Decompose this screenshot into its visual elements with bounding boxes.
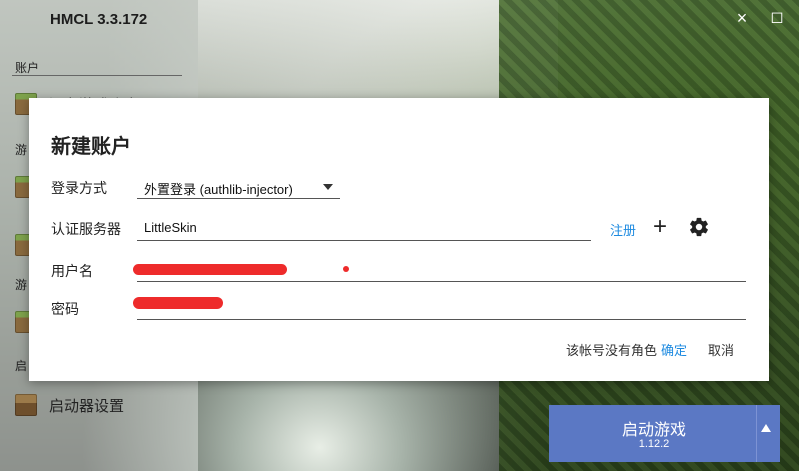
username-label: 用户名 <box>51 263 93 279</box>
username-input[interactable] <box>137 281 746 282</box>
sidebar-item-label: 启动器设置 <box>49 397 125 415</box>
redaction-dot <box>343 266 349 272</box>
start-section-label: 启 <box>15 359 28 373</box>
auth-server-underline <box>137 240 591 241</box>
chevron-down-icon[interactable] <box>323 184 333 190</box>
launch-separator <box>756 405 757 462</box>
auth-server-label: 认证服务器 <box>51 221 121 237</box>
login-method-label: 登录方式 <box>51 180 107 196</box>
password-redaction <box>133 297 223 309</box>
username-redaction <box>133 264 287 275</box>
gear-icon[interactable] <box>688 216 710 238</box>
dialog-title: 新建账户 <box>51 136 131 158</box>
section-divider <box>12 75 182 76</box>
sidebar-item-launcher-settings[interactable]: 启动器设置 <box>15 394 124 416</box>
launch-label: 启动游戏 <box>621 422 686 439</box>
new-account-dialog: 新建账户 登录方式 外置登录 (authlib-injector) 认证服务器 … <box>29 98 769 381</box>
no-character-hint: 该帐号没有角色 <box>566 343 658 358</box>
login-method-underline <box>137 198 340 199</box>
crafting-block-icon <box>15 394 37 416</box>
password-input[interactable] <box>137 319 746 320</box>
add-server-icon[interactable]: + <box>653 215 667 239</box>
close-icon[interactable]: × <box>732 8 752 28</box>
confirm-button[interactable]: 确定 <box>661 340 687 359</box>
app-title: HMCL 3.3.172 <box>50 11 148 28</box>
maximize-icon[interactable]: ◻ <box>767 8 787 28</box>
password-label: 密码 <box>51 301 79 317</box>
cancel-button[interactable]: 取消 <box>708 340 734 359</box>
game-section-label: 游 <box>15 143 28 157</box>
chevron-up-icon[interactable] <box>761 424 771 432</box>
login-method-select[interactable]: 外置登录 (authlib-injector) <box>144 179 293 198</box>
register-link[interactable]: 注册 <box>610 220 636 239</box>
game-section-label-2: 游 <box>15 278 28 292</box>
account-section-label: 账户 <box>15 61 40 75</box>
launch-version: 1.12.2 <box>638 438 670 450</box>
launch-game-button[interactable]: 启动游戏 1.12.2 <box>549 405 780 462</box>
auth-server-select[interactable]: LittleSkin <box>144 220 197 235</box>
